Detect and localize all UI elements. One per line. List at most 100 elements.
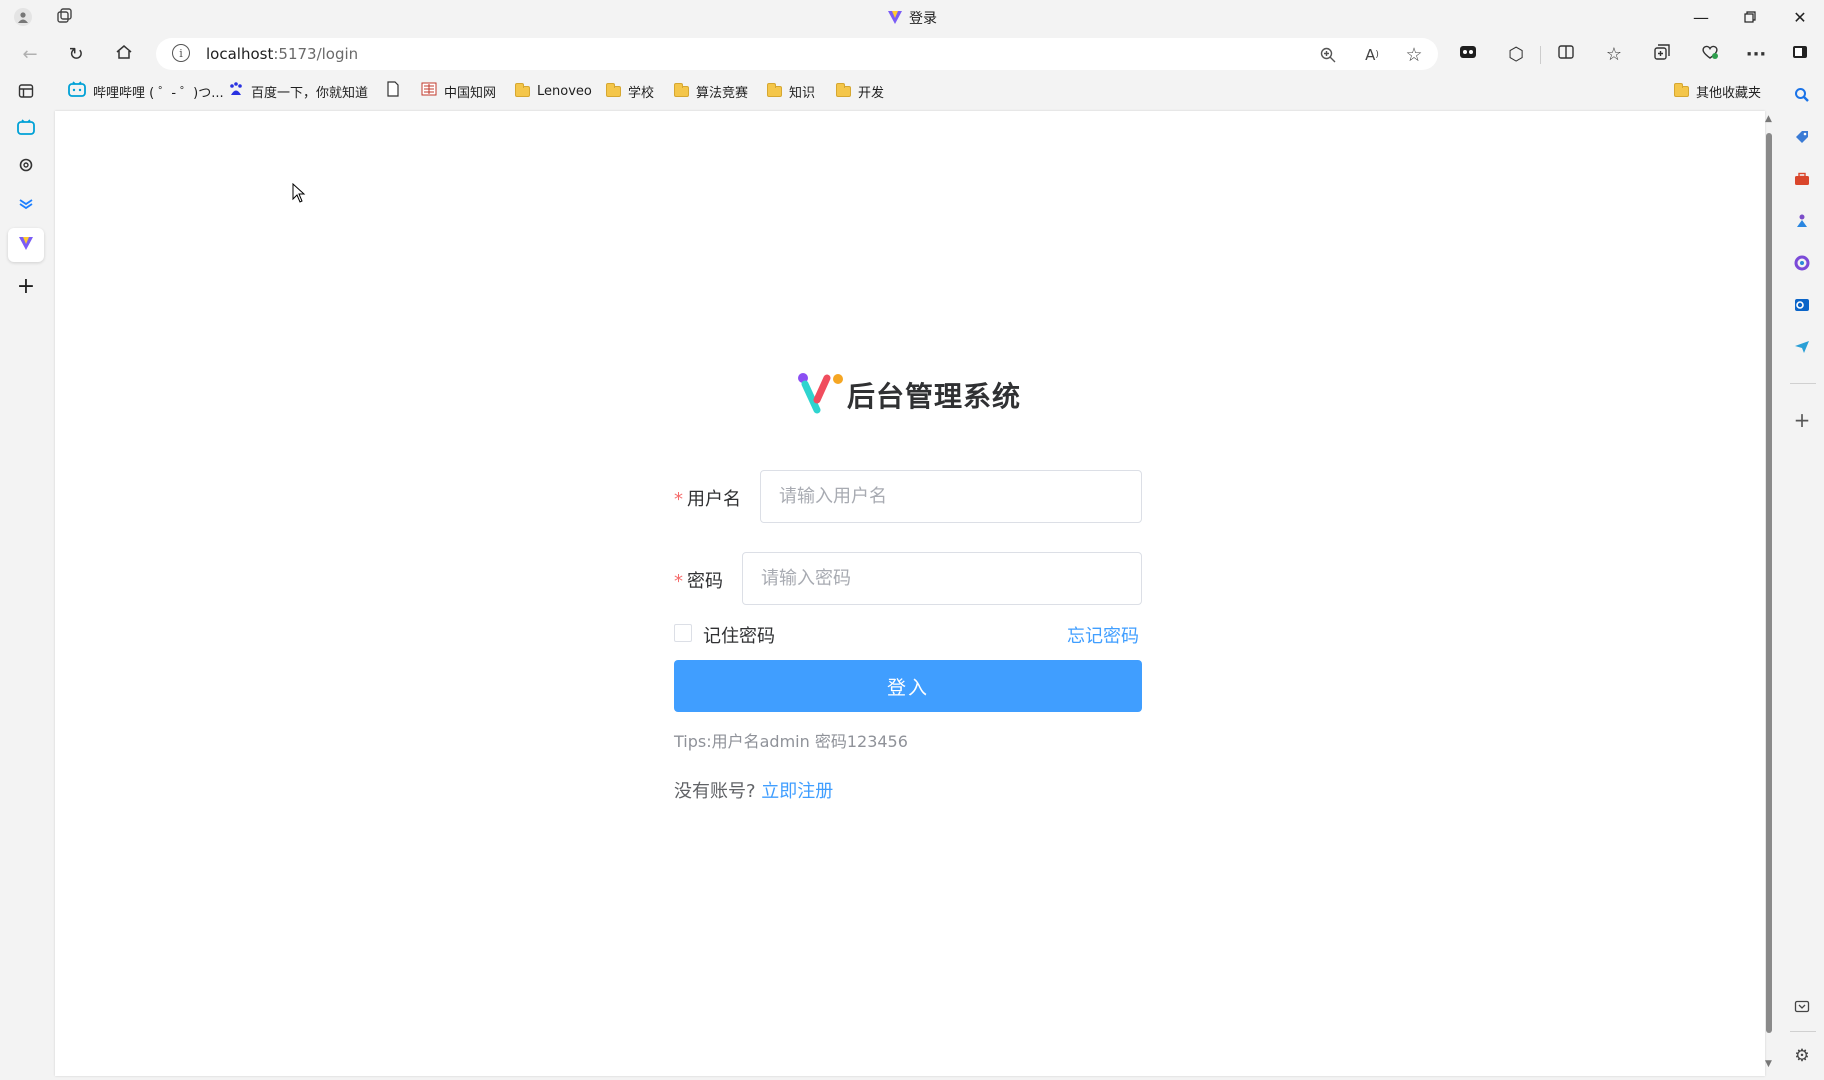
heart-pulse-icon xyxy=(1701,43,1719,66)
title-bar: 登录 — ✕ xyxy=(0,0,1824,34)
required-mark: * xyxy=(674,489,683,510)
extension-app-icon xyxy=(1459,43,1477,66)
folder-icon xyxy=(767,82,782,97)
url-path: :5173/login xyxy=(273,45,359,63)
bilibili-icon xyxy=(17,119,35,139)
bookmark-label: 其他收藏夹 xyxy=(1696,85,1762,101)
back-button[interactable]: ← xyxy=(14,38,46,70)
brand-header: 后台管理系统 xyxy=(795,370,1021,420)
refresh-button[interactable]: ↻ xyxy=(60,38,92,70)
sidebar-games-button[interactable] xyxy=(1786,207,1818,239)
address-bar[interactable]: i localhost:5173/login A) ☆ xyxy=(156,38,1438,70)
favorites-button[interactable]: ☆ xyxy=(1598,38,1630,70)
login-button[interactable]: 登入 xyxy=(674,660,1142,712)
split-screen-button[interactable] xyxy=(1550,38,1582,70)
toolbox-icon xyxy=(1794,171,1810,191)
bookmark-bilibili[interactable]: 哔哩哔哩 ( ゜- ゜)つ... xyxy=(68,79,224,103)
toolbar-divider xyxy=(1540,46,1541,64)
new-tab-button[interactable]: + xyxy=(10,270,42,302)
games-icon xyxy=(1794,213,1810,233)
home-icon xyxy=(115,43,133,66)
password-input[interactable] xyxy=(742,552,1142,605)
bookmark-label: 中国知网 xyxy=(444,85,497,101)
minimize-button[interactable]: — xyxy=(1677,0,1725,34)
scrollbar-thumb[interactable] xyxy=(1766,133,1772,1033)
mouse-cursor-icon xyxy=(292,182,306,207)
close-button[interactable]: ✕ xyxy=(1776,0,1824,34)
refresh-icon: ↻ xyxy=(68,43,84,65)
collections-button[interactable] xyxy=(1646,38,1678,70)
username-label: * 用户名 xyxy=(674,485,741,511)
url-text[interactable]: localhost:5173/login xyxy=(206,45,358,63)
no-account-label: 没有账号? xyxy=(674,781,756,802)
bookmark-page[interactable] xyxy=(386,79,400,103)
bookmark-label: 哔哩哔哩 ( ゜- ゜)つ... xyxy=(93,85,224,101)
tab-title: 登录 xyxy=(909,11,937,27)
bookmark-folder-algorithm[interactable]: 算法竞赛 xyxy=(674,79,748,103)
sidebar-drop-button[interactable] xyxy=(1786,333,1818,365)
browser-toolbar: ← ↻ i localhost:5173/login A) ☆ ⬡ ☆ ··· xyxy=(0,34,1824,74)
bookmark-baidu[interactable]: 百度一下，你就知道 xyxy=(228,79,368,103)
outlook-icon xyxy=(1794,297,1810,317)
bookmark-folder-school[interactable]: 学校 xyxy=(606,79,654,103)
vertical-tab-layers[interactable] xyxy=(10,189,42,221)
vertical-tab-openai[interactable] xyxy=(10,151,42,183)
sidebar-m365-button[interactable] xyxy=(1786,249,1818,281)
bookmark-label: 知识 xyxy=(789,85,816,101)
folder-icon xyxy=(606,82,621,97)
bookmark-label: 学校 xyxy=(628,85,655,101)
baidu-icon xyxy=(228,81,244,101)
tab-actions-button[interactable] xyxy=(10,77,42,109)
search-icon xyxy=(1794,87,1810,107)
browser-essentials-button[interactable] xyxy=(1694,38,1726,70)
sidebar-divider xyxy=(1790,1031,1816,1032)
remember-checkbox[interactable] xyxy=(674,624,692,642)
sidebar-toggle-button[interactable] xyxy=(1784,38,1816,70)
sidebar-shopping-button[interactable] xyxy=(1786,123,1818,155)
vertical-tab-bilibili[interactable] xyxy=(10,113,42,145)
sidebar-toggle-icon xyxy=(1791,43,1809,66)
tab-actions-icon xyxy=(18,83,34,103)
openai-icon xyxy=(18,157,34,177)
bookmark-folder-dev[interactable]: 开发 xyxy=(836,79,884,103)
bookmark-folder-other[interactable]: 其他收藏夹 xyxy=(1674,79,1761,103)
scroll-up-arrow-icon[interactable]: ▲ xyxy=(1765,114,1772,124)
more-dots-icon: ··· xyxy=(1745,43,1767,65)
puzzle-icon: ⬡ xyxy=(1508,43,1524,65)
bookmarks-bar: 哔哩哔哩 ( ゜- ゜)つ... 百度一下，你就知道 中国知网 Lenoveo … xyxy=(60,79,1770,103)
home-button[interactable] xyxy=(108,38,140,70)
sidebar-outlook-button[interactable] xyxy=(1786,291,1818,323)
sidebar-tools-button[interactable] xyxy=(1786,165,1818,197)
sidebar-add-button[interactable]: + xyxy=(1786,404,1818,436)
username-input[interactable] xyxy=(760,470,1142,523)
bookmark-folder-lenoveo[interactable]: Lenoveo xyxy=(515,79,592,103)
read-aloud-icon[interactable]: A) xyxy=(1360,43,1384,67)
collections-icon xyxy=(1653,43,1671,66)
bookmark-cnki[interactable]: 中国知网 xyxy=(421,79,496,103)
more-menu-button[interactable]: ··· xyxy=(1740,38,1772,70)
vite-logo-icon xyxy=(887,9,903,29)
folder-icon xyxy=(515,82,530,97)
remember-label[interactable]: 记住密码 xyxy=(703,622,775,648)
extensions-button[interactable]: ⬡ xyxy=(1500,38,1532,70)
register-link[interactable]: 立即注册 xyxy=(761,781,833,802)
window-title: 登录 xyxy=(0,8,1824,29)
forgot-password-link[interactable]: 忘记密码 xyxy=(1067,622,1139,648)
sidebar-screenshot-button[interactable] xyxy=(1786,993,1818,1025)
vite-logo-icon xyxy=(18,235,34,255)
sidebar-search-button[interactable] xyxy=(1786,81,1818,113)
folder-icon xyxy=(674,82,689,97)
ai-extension-button[interactable] xyxy=(1452,38,1484,70)
scroll-down-arrow-icon[interactable]: ▼ xyxy=(1765,1059,1772,1069)
favorites-list-icon: ☆ xyxy=(1605,43,1623,65)
sidebar-settings-button[interactable]: ⚙ xyxy=(1786,1040,1818,1072)
bilibili-icon xyxy=(68,81,86,101)
zoom-icon[interactable] xyxy=(1316,43,1340,67)
restore-button[interactable] xyxy=(1726,0,1774,34)
site-info-icon[interactable]: i xyxy=(172,44,190,62)
favorite-star-icon[interactable]: ☆ xyxy=(1402,43,1426,67)
password-label-text: 密码 xyxy=(687,571,723,592)
plus-icon: + xyxy=(1793,408,1811,432)
vertical-tab-active-login[interactable] xyxy=(8,228,44,262)
bookmark-folder-knowledge[interactable]: 知识 xyxy=(767,79,815,103)
